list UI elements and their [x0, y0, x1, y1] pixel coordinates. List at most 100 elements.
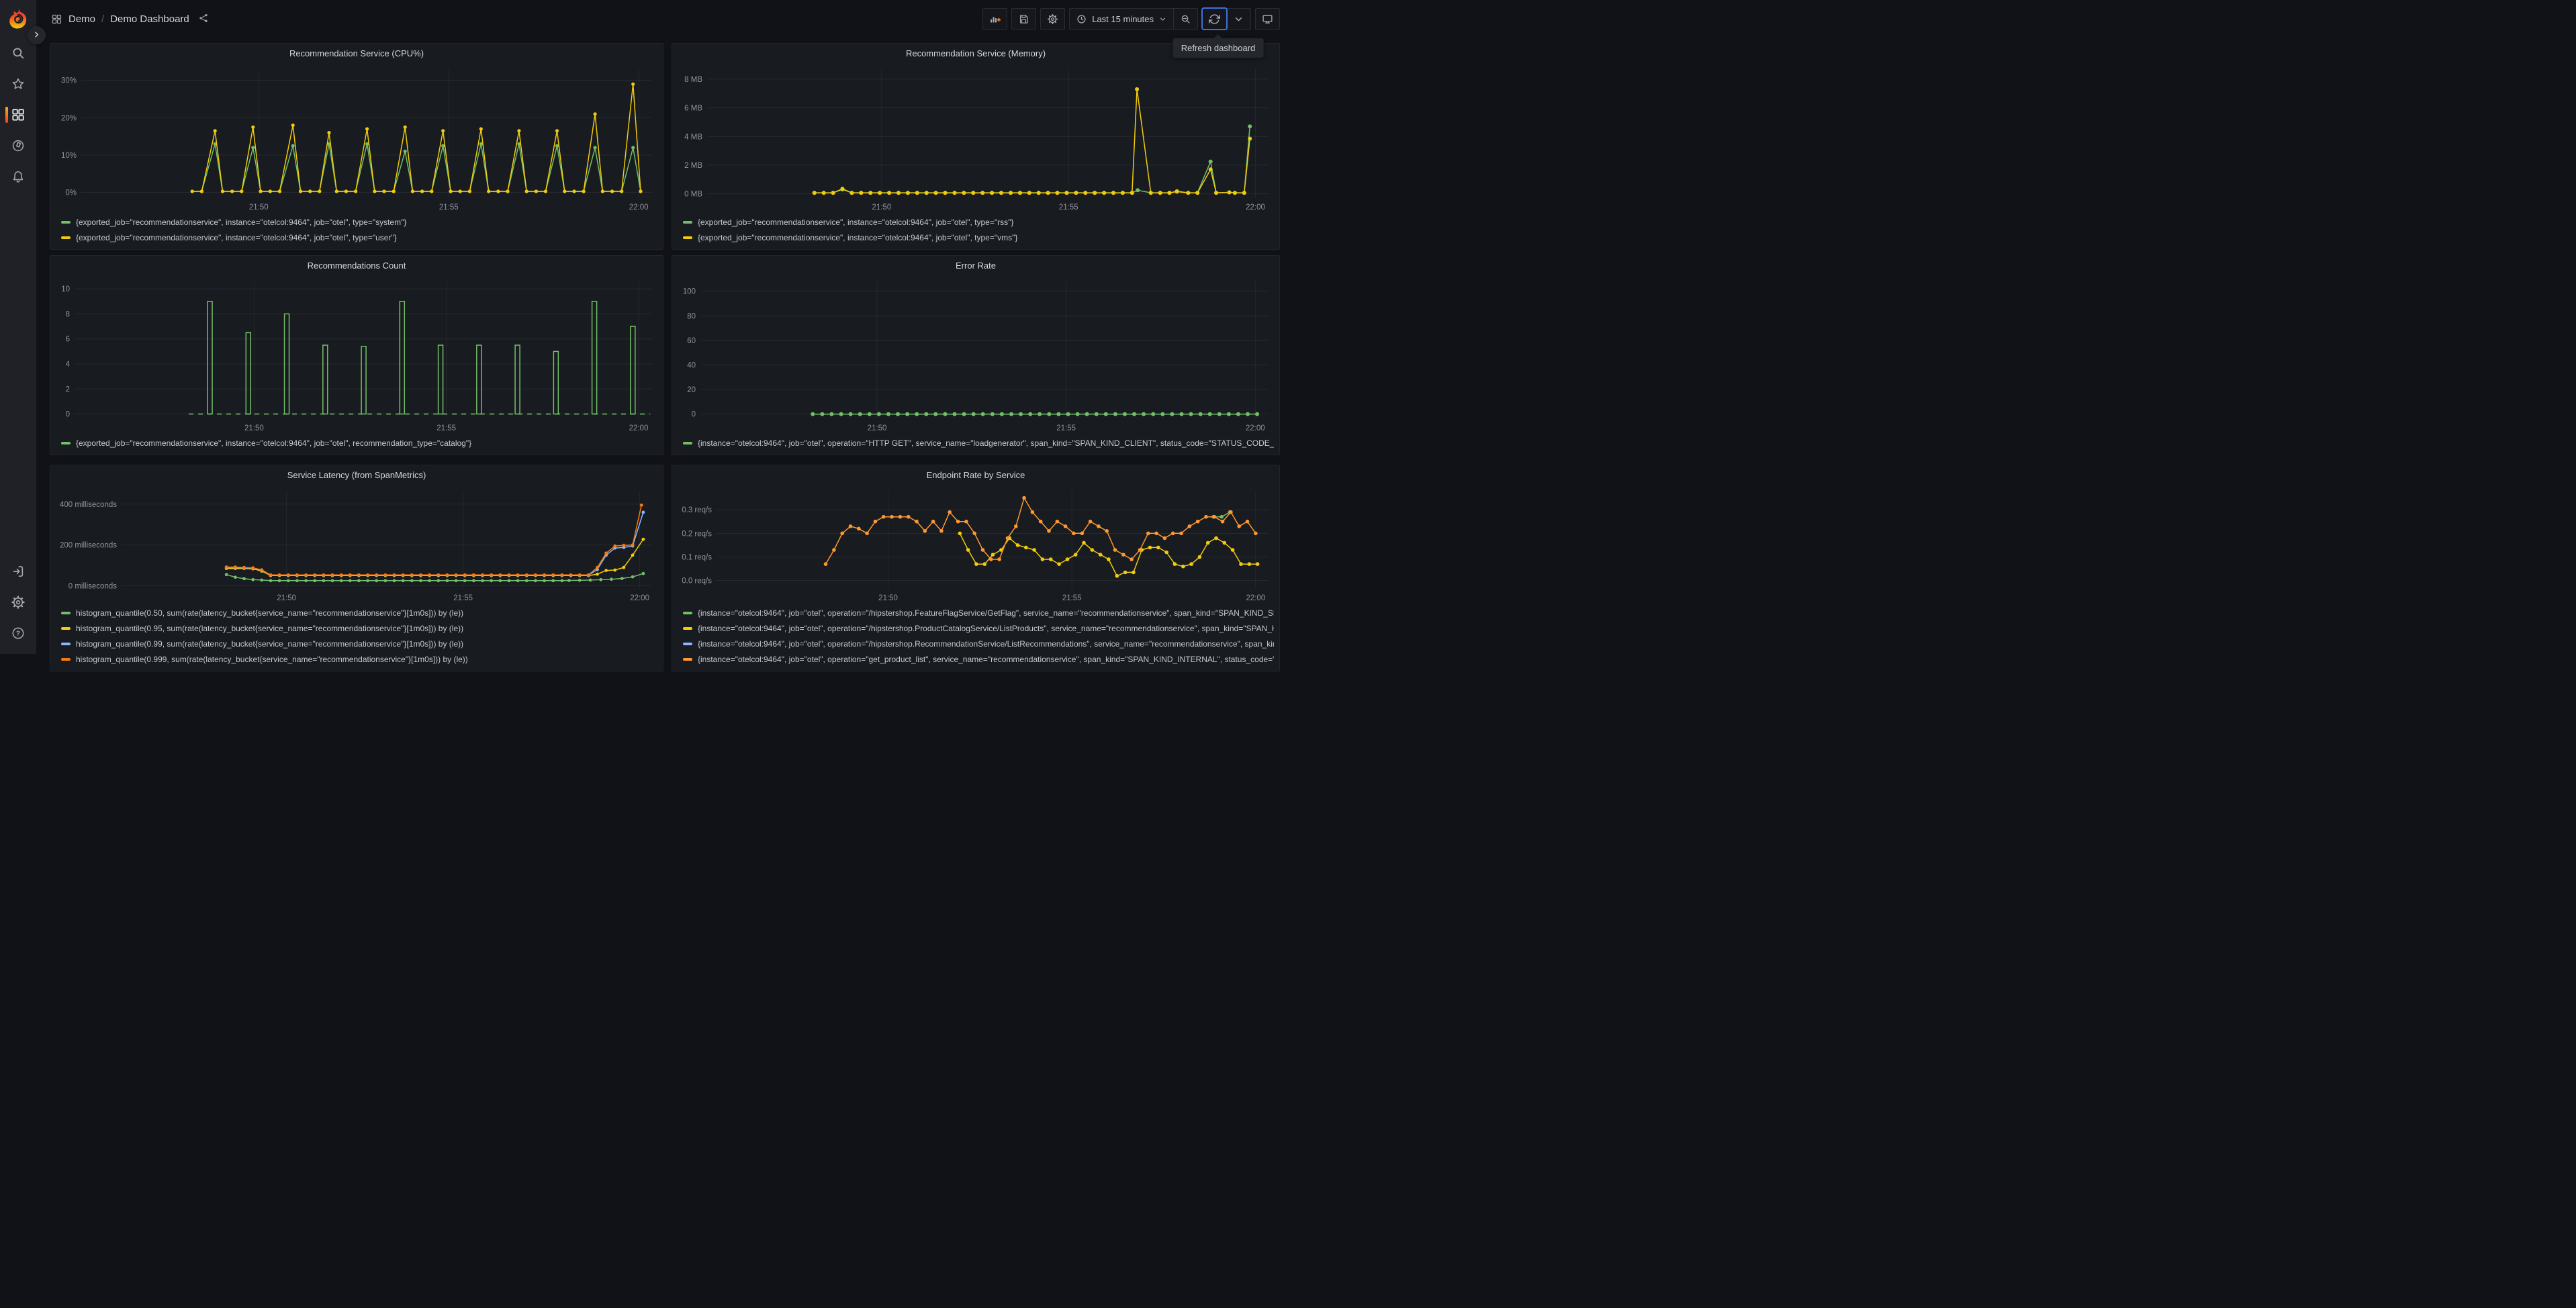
toolbar-actions: Last 15 minutes [982, 8, 1280, 30]
time-range-picker-button[interactable]: Last 15 minutes [1070, 9, 1173, 29]
sidebar-item-starred[interactable] [0, 68, 36, 99]
chevron-down-icon [1233, 13, 1244, 25]
panel-title[interactable]: Recommendation Service (CPU%) [50, 44, 663, 64]
svg-text:400 milliseconds: 400 milliseconds [60, 501, 117, 509]
svg-text:0.3 req/s: 0.3 req/s [682, 506, 712, 514]
timeseries-chart[interactable]: 0 MB 2 MB 4 MB 6 MB 8 MB 21:50 21:55 22:00 [676, 64, 1275, 213]
sidebar-item-sign-in[interactable] [0, 556, 36, 587]
timeseries-chart[interactable]: 0 20 40 60 80 100 21:50 21:55 22:00 [676, 276, 1275, 434]
panel-error-rate: Error Rate 0 20 40 60 80 100 21:50 21:55 22:00 {… [672, 255, 1280, 455]
legend-swatch [61, 236, 71, 239]
chart-legend: histogram_quantile(0.50, sum(rate(latenc… [50, 604, 663, 671]
sign-in-icon [11, 564, 26, 579]
panel-service-latency: Service Latency (from SpanMetrics) 0 mil… [50, 465, 663, 671]
svg-text:20: 20 [687, 386, 696, 394]
svg-text:10: 10 [61, 285, 70, 293]
chart-legend: {exported_job="recommendationservice", i… [50, 213, 663, 249]
add-panel-button[interactable] [983, 9, 1007, 29]
sidebar-item-alerting[interactable] [0, 161, 36, 192]
refresh-tooltip: Refresh dashboard [1172, 38, 1264, 58]
legend-swatch [683, 642, 692, 645]
refresh-interval-button[interactable] [1226, 9, 1250, 29]
legend-item[interactable]: {instance="otelcol:9464", job="otel", op… [683, 435, 1274, 451]
svg-text:21:50: 21:50 [277, 594, 296, 602]
sidebar-item-explore[interactable] [0, 130, 36, 161]
legend-item[interactable]: {exported_job="recommendationservice", i… [683, 230, 1274, 245]
breadcrumb-section[interactable]: Demo [68, 13, 95, 25]
legend-item[interactable]: {instance="otelcol:9464", job="otel", op… [683, 620, 1274, 636]
svg-text:100: 100 [683, 288, 696, 296]
svg-text:21:55: 21:55 [1059, 203, 1078, 212]
legend-item[interactable]: histogram_quantile(0.999, sum(rate(laten… [61, 651, 657, 667]
toolbar-group [1040, 8, 1066, 30]
svg-text:0: 0 [692, 411, 696, 419]
svg-text:22:00: 22:00 [1246, 203, 1265, 212]
chevron-right-icon [32, 30, 41, 41]
timeseries-chart[interactable]: 0.0 req/s 0.1 req/s 0.2 req/s 0.3 req/s 21:5… [676, 485, 1275, 604]
svg-text:22:00: 22:00 [629, 203, 649, 212]
timeseries-chart[interactable]: 0 milliseconds 200 milliseconds 400 millis… [54, 485, 659, 604]
legend-label: {exported_job="recommendationservice", i… [76, 438, 472, 448]
legend-item[interactable]: {exported_job="recommendationservice", i… [61, 435, 657, 451]
timeseries-chart[interactable]: 0% 10% 20% 30% 21:50 21:55 22:00 [54, 64, 659, 213]
breadcrumb: Demo / Demo Dashboard [51, 13, 209, 26]
svg-text:8: 8 [66, 310, 70, 318]
save-icon [1018, 13, 1029, 25]
legend-swatch [61, 657, 71, 661]
legend-item[interactable]: histogram_quantile(0.95, sum(rate(latenc… [61, 620, 657, 636]
timeseries-chart[interactable]: 0 2 4 6 8 10 21:50 21:55 22:00 [54, 276, 659, 434]
save-dashboard-button[interactable] [1012, 9, 1036, 29]
legend-item[interactable]: {exported_job="recommendationservice", i… [61, 214, 657, 230]
search-icon [11, 46, 26, 60]
chart-legend: {instance="otelcol:9464", job="otel", op… [672, 434, 1279, 455]
legend-item[interactable]: {instance="otelcol:9464", job="otel", op… [683, 636, 1274, 651]
legend-item[interactable]: {instance="otelcol:9464", job="otel", op… [683, 651, 1274, 667]
legend-label: {instance="otelcol:9464", job="otel", op… [698, 623, 1274, 633]
breadcrumb-page[interactable]: Demo Dashboard [110, 13, 189, 25]
chevron-down-icon [1158, 15, 1167, 24]
refresh-icon [1209, 13, 1220, 25]
svg-text:0.2 req/s: 0.2 req/s [682, 530, 712, 538]
svg-text:22:00: 22:00 [629, 424, 649, 432]
time-range-label: Last 15 minutes [1092, 13, 1154, 24]
legend-item[interactable]: {exported_job="recommendationservice", i… [61, 230, 657, 245]
panel-recommendation-memory: Recommendation Service (Memory) 0 MB 2 MB… [672, 43, 1280, 250]
panel-title[interactable]: Error Rate [672, 256, 1279, 276]
svg-text:8 MB: 8 MB [684, 76, 702, 84]
legend-item[interactable]: {exported_job="recommendationservice", i… [683, 214, 1274, 230]
legend-label: {instance="otelcol:9464", job="otel", op… [698, 639, 1274, 649]
monitor-icon [1262, 13, 1273, 25]
topbar: Demo / Demo Dashboard Last 15 minutes [36, 0, 1288, 38]
bell-icon [11, 169, 26, 184]
sidebar-item-help[interactable]: ? [0, 618, 36, 649]
chart-legend: {exported_job="recommendationservice", i… [672, 213, 1279, 249]
svg-text:2: 2 [66, 385, 70, 393]
sidebar-item-dashboards[interactable] [0, 99, 36, 130]
legend-label: {instance="otelcol:9464", job="otel", op… [698, 654, 1274, 664]
panel-title[interactable]: Recommendations Count [50, 256, 663, 276]
legend-item[interactable]: histogram_quantile(0.50, sum(rate(latenc… [61, 605, 657, 620]
toolbar-group [1011, 8, 1037, 30]
svg-text:21:50: 21:50 [878, 594, 898, 602]
sidebar-item-configuration[interactable] [0, 587, 36, 618]
legend-item[interactable]: {instance="otelcol:9464", job="otel", op… [683, 605, 1274, 620]
share-dashboard-button[interactable] [198, 13, 209, 26]
legend-swatch [61, 220, 71, 224]
legend-label: histogram_quantile(0.95, sum(rate(latenc… [76, 623, 464, 633]
svg-text:21:50: 21:50 [868, 424, 887, 432]
svg-text:22:00: 22:00 [630, 594, 649, 602]
legend-label: {instance="otelcol:9464", job="otel", op… [698, 438, 1274, 448]
zoom-out-icon [1180, 13, 1191, 25]
dashboard-settings-button[interactable] [1041, 9, 1064, 29]
zoom-out-button[interactable] [1173, 9, 1197, 29]
panel-title[interactable]: Endpoint Rate by Service [672, 465, 1279, 485]
legend-item[interactable]: histogram_quantile(0.99, sum(rate(latenc… [61, 636, 657, 651]
panel-title[interactable]: Service Latency (from SpanMetrics) [50, 465, 663, 485]
legend-swatch [683, 626, 692, 630]
legend-label: histogram_quantile(0.50, sum(rate(latenc… [76, 608, 464, 618]
cycle-view-button[interactable] [1256, 9, 1279, 29]
dashboards-icon [51, 13, 62, 25]
refresh-button[interactable] [1203, 9, 1226, 29]
sidebar-expand-button[interactable] [28, 26, 46, 44]
chart-legend: {exported_job="recommendationservice", i… [50, 434, 663, 455]
